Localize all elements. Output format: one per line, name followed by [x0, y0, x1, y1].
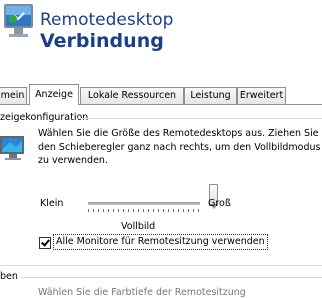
tab-anzeige[interactable]: Anzeige: [29, 84, 79, 105]
slider-min-label: Klein: [40, 198, 64, 209]
app-title-line2: Verbindung: [40, 30, 164, 52]
section-divider: [0, 265, 322, 266]
group-divider: [76, 118, 322, 119]
tab-bar: mein Anzeige Lokale Ressourcen Leistung …: [0, 84, 322, 105]
header: Remotedesktop Verbindung: [0, 0, 322, 76]
display-panel: zeigekonfiguration Wählen Sie die Größe …: [0, 105, 322, 298]
app-title-line1: Remotedesktop: [40, 10, 174, 30]
tab-allgemein[interactable]: mein: [0, 87, 27, 104]
colors-group-label: ben: [0, 271, 18, 282]
slider-ticks: [88, 209, 200, 212]
group-divider-2: [20, 277, 322, 278]
remote-desktop-icon: [4, 4, 33, 37]
slider-max-label: Groß: [208, 198, 231, 209]
slider-value-label: Vollbild: [121, 221, 156, 232]
colors-description-partial: Wählen Sie die Farbtiefe der Remotesitzu…: [38, 287, 246, 298]
monitor-icon: [0, 136, 24, 160]
tab-erweitert[interactable]: Erweitert: [237, 87, 286, 104]
all-monitors-checkbox[interactable]: [39, 237, 51, 249]
resolution-slider-track[interactable]: [88, 202, 200, 205]
tab-lokale-ressourcen[interactable]: Lokale Ressourcen: [80, 87, 184, 104]
all-monitors-checkbox-label[interactable]: Alle Monitore für Remotesitzung verwende…: [53, 234, 268, 250]
all-monitors-checkbox-row[interactable]: Alle Monitore für Remotesitzung verwende…: [37, 234, 268, 251]
display-description: Wählen Sie die Größe des Remotedesktops …: [38, 128, 321, 166]
tab-leistung[interactable]: Leistung: [184, 87, 237, 104]
